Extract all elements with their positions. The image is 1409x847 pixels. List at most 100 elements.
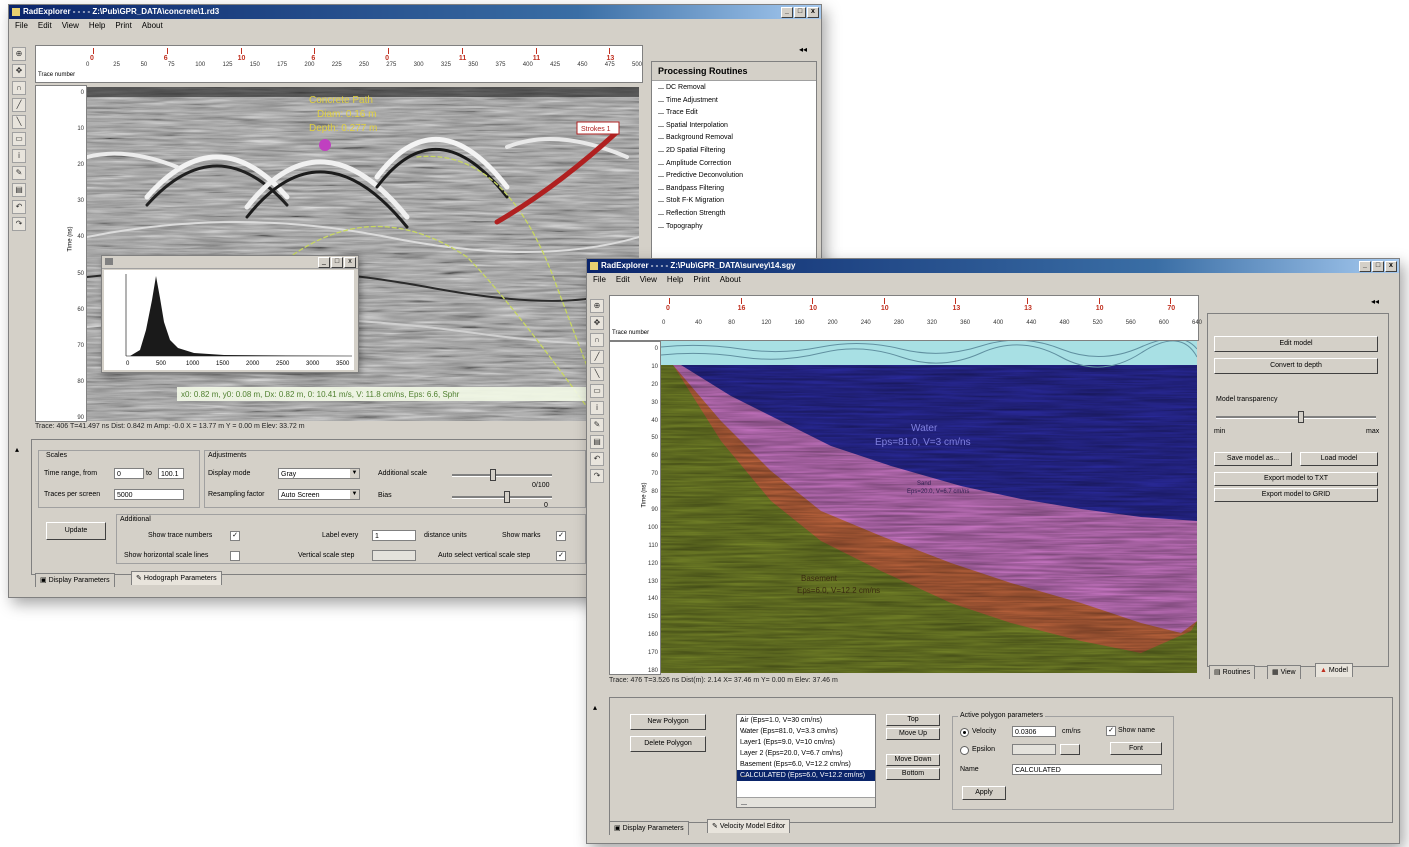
model-transparency-slider[interactable]	[1216, 411, 1376, 423]
trace-marker[interactable]: 10	[809, 298, 817, 312]
tab-view[interactable]: ▦ View	[1267, 665, 1301, 679]
tab-velocity-model-editor[interactable]: ✎ Velocity Model Editor	[707, 819, 791, 833]
trace-marker[interactable]: 16	[738, 298, 745, 312]
menu-view[interactable]: View	[62, 19, 79, 32]
epsilon-radio[interactable]	[960, 746, 969, 755]
processing-routine-item[interactable]: Topography	[654, 221, 812, 234]
marker-icon[interactable]: ▤	[590, 435, 604, 449]
redo-icon[interactable]: ↷	[12, 217, 26, 231]
menu-edit[interactable]: Edit	[616, 273, 630, 286]
polygon-list-item[interactable]: Water (Eps=81.0, V=3.3 cm/ns)	[737, 726, 875, 737]
tab-routines[interactable]: ▤ Routines	[1209, 665, 1256, 679]
maximize-icon[interactable]: □	[794, 7, 806, 18]
menu-print[interactable]: Print	[693, 273, 709, 286]
show-trace-numbers-checkbox[interactable]: ✓	[230, 531, 240, 541]
processing-routine-item[interactable]: Reflection Strength	[654, 208, 812, 221]
redo-icon[interactable]: ↷	[590, 469, 604, 483]
pick-icon[interactable]: ╲	[12, 115, 26, 129]
zoom-icon[interactable]: ⊕	[590, 299, 604, 313]
trace-marker[interactable]: 10	[881, 298, 889, 312]
panel-pin-icon[interactable]: ▴	[593, 703, 597, 712]
auto-select-checkbox[interactable]: ✓	[556, 551, 566, 561]
trace-marker[interactable]: 70	[1167, 298, 1175, 312]
trace-marker[interactable]: 13	[952, 298, 960, 312]
panel-collapse-icon[interactable]: ◂◂	[799, 45, 807, 54]
processing-routine-item[interactable]: Background Removal	[654, 132, 812, 145]
top-button[interactable]: Top	[886, 714, 940, 726]
minimize-icon[interactable]: _	[1359, 261, 1371, 272]
processing-routine-item[interactable]: Predictive Deconvolution	[654, 170, 812, 183]
pencil-icon[interactable]: ✎	[590, 418, 604, 432]
menu-view[interactable]: View	[640, 273, 657, 286]
polygon-list-item[interactable]: Layer1 (Eps=9.0, V=10 cm/ns)	[737, 737, 875, 748]
polygon-list-item[interactable]: Air (Eps=1.0, V=30 cm/ns)	[737, 715, 875, 726]
processing-routine-item[interactable]: Trace Edit	[654, 107, 812, 120]
ruler-icon[interactable]: ▭	[590, 384, 604, 398]
trace-marker[interactable]: 11	[459, 48, 466, 62]
traces-per-screen-input[interactable]: 5000	[114, 489, 184, 500]
histogram-close-icon[interactable]: x	[344, 257, 356, 268]
histogram-titlebar[interactable]: _ □ x	[102, 256, 358, 269]
processing-routine-item[interactable]: Time Adjustment	[654, 95, 812, 108]
epsilon-apply-button[interactable]	[1060, 744, 1080, 755]
ruler-icon[interactable]: ▭	[12, 132, 26, 146]
export-model-grid-button[interactable]: Export model to GRID	[1214, 488, 1378, 502]
update-button[interactable]: Update	[46, 522, 106, 540]
bottom-button[interactable]: Bottom	[886, 768, 940, 780]
time-to-input[interactable]: 100.1	[158, 468, 184, 479]
velocity-model-radargram[interactable]: Water Eps=81.0, V=3 cm/ns Sand Eps=20.0,…	[661, 341, 1197, 673]
pencil-icon[interactable]: ✎	[12, 166, 26, 180]
trace-marker[interactable]: 10	[1096, 298, 1104, 312]
menu-file[interactable]: File	[593, 273, 606, 286]
tab-hodograph-parameters[interactable]: ✎ Hodograph Parameters	[131, 571, 222, 585]
tab-display-parameters[interactable]: ▣ Display Parameters	[35, 573, 115, 587]
close-icon[interactable]: x	[807, 7, 819, 18]
undo-icon[interactable]: ↶	[12, 200, 26, 214]
trace-marker[interactable]: 0	[385, 48, 390, 62]
trace-marker[interactable]: 10	[238, 48, 245, 62]
menu-edit[interactable]: Edit	[38, 19, 52, 32]
trace-marker[interactable]: 13	[1024, 298, 1032, 312]
apply-button[interactable]: Apply	[962, 786, 1006, 800]
display-mode-select[interactable]: Gray ▼	[278, 468, 360, 479]
window-2-titlebar[interactable]: RadExplorer - - - - Z:\Pub\GPR_DATA\surv…	[587, 259, 1399, 273]
velocity-input[interactable]: 0.0306	[1012, 726, 1056, 737]
trace-marker[interactable]: 6	[311, 48, 316, 62]
slider-thumb[interactable]	[504, 491, 510, 503]
processing-routine-item[interactable]: Amplitude Correction	[654, 158, 812, 171]
histogram-maximize-icon[interactable]: □	[331, 257, 343, 268]
menu-about[interactable]: About	[142, 19, 163, 32]
slider-thumb[interactable]	[1298, 411, 1304, 423]
window-1-titlebar[interactable]: RadExplorer - - - - Z:\Pub\GPR_DATA\conc…	[9, 5, 821, 19]
processing-routine-item[interactable]: Stolt F-K Migration	[654, 195, 812, 208]
export-model-txt-button[interactable]: Export model to TXT	[1214, 472, 1378, 486]
line-icon[interactable]: ╱	[590, 350, 604, 364]
trace-marker[interactable]: 0	[666, 298, 670, 312]
polygon-list-item[interactable]: Basement (Eps=6.0, V=12.2 cm/ns)	[737, 759, 875, 770]
move-down-button[interactable]: Move Down	[886, 754, 940, 766]
trace-marker[interactable]: 0	[90, 48, 94, 62]
marker-icon[interactable]: ▤	[12, 183, 26, 197]
polygon-list-item[interactable]: Layer 2 (Eps=20.0, V=6.7 cm/ns)	[737, 748, 875, 759]
vertical-step-input[interactable]	[372, 550, 416, 561]
time-from-input[interactable]: 0	[114, 468, 144, 479]
undo-icon[interactable]: ↶	[590, 452, 604, 466]
resampling-select[interactable]: Auto Screen ▼	[278, 489, 360, 500]
pan-icon[interactable]: ✥	[12, 64, 26, 78]
save-model-button[interactable]: Save model as...	[1214, 452, 1292, 466]
minimize-icon[interactable]: _	[781, 7, 793, 18]
line-icon[interactable]: ╱	[12, 98, 26, 112]
processing-routine-item[interactable]: Bandpass Filtering	[654, 183, 812, 196]
polygon-list-scrollbar[interactable]	[737, 797, 875, 807]
processing-routine-item[interactable]: DC Removal	[654, 82, 812, 95]
zoom-icon[interactable]: ⊕	[12, 47, 26, 61]
velocity-radio[interactable]	[960, 728, 969, 737]
menu-help[interactable]: Help	[667, 273, 683, 286]
menu-print[interactable]: Print	[115, 19, 131, 32]
trace-marker[interactable]: 11	[533, 48, 540, 62]
panel-collapse-icon[interactable]: ◂◂	[1371, 297, 1379, 306]
menu-file[interactable]: File	[15, 19, 28, 32]
pick-icon[interactable]: ╲	[590, 367, 604, 381]
polygon-name-input[interactable]: CALCULATED	[1012, 764, 1162, 775]
trace-marker[interactable]: 13	[606, 48, 614, 62]
